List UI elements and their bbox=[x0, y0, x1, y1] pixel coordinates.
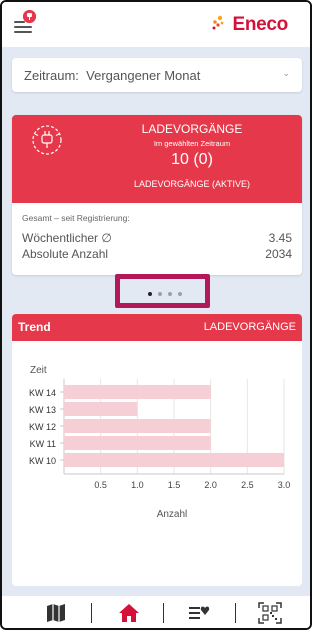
eneco-logo: Eneco bbox=[211, 14, 288, 36]
home-icon bbox=[119, 604, 139, 622]
notification-badge bbox=[23, 10, 36, 23]
qr-code-icon bbox=[258, 602, 282, 624]
nav-divider bbox=[163, 603, 164, 623]
category-label: KW 10 bbox=[29, 456, 56, 466]
stat-label: Absolute Anzahl bbox=[22, 247, 109, 261]
nav-home[interactable] bbox=[117, 602, 141, 624]
active-label: LADEVORGÄNGE (AKTIVE) bbox=[133, 179, 251, 189]
trend-metric: LADEVORGÄNGE bbox=[203, 321, 296, 333]
nav-divider bbox=[91, 603, 92, 623]
trend-card: Trend LADEVORGÄNGE Zeit Anzahl KW 14 KW 1… bbox=[12, 314, 302, 586]
category-label: KW 12 bbox=[29, 422, 56, 432]
total-heading: Gesamt – seit Registrierung: bbox=[22, 213, 130, 223]
card-title: LADEVORGÄNGE bbox=[141, 122, 243, 136]
bar bbox=[64, 419, 211, 433]
pager-highlight-frame bbox=[115, 274, 210, 308]
card-subtitle: Im gewählten Zeitraum bbox=[153, 139, 231, 148]
stat-value: 3.45 bbox=[268, 231, 292, 245]
period-select-label: Zeitraum: Vergangener Monat bbox=[24, 68, 201, 83]
phone-frame: Eneco Zeitraum: Vergangener Monat ⌄ LADE… bbox=[0, 0, 312, 630]
pager-dot[interactable] bbox=[158, 292, 162, 296]
bar bbox=[64, 385, 211, 399]
bar bbox=[64, 436, 211, 450]
stat-label: Wöchentlicher ∅ bbox=[22, 231, 112, 245]
eneco-logo-mark-icon bbox=[211, 15, 229, 35]
nav-charging-list[interactable] bbox=[188, 602, 212, 624]
pager-dot[interactable] bbox=[178, 292, 182, 296]
chevron-down-icon: ⌄ bbox=[282, 68, 290, 78]
x-tick-label: 3.0 bbox=[278, 480, 291, 490]
plug-icon bbox=[32, 125, 62, 155]
category-label: KW 13 bbox=[29, 405, 56, 415]
charging-count: 10 (0) bbox=[171, 151, 213, 168]
plug-badge-icon bbox=[23, 10, 36, 23]
bar bbox=[64, 402, 138, 416]
trend-chart: Zeit Anzahl KW 14 KW 13 KW 12 KW 11 KW 10 0.5… bbox=[29, 365, 291, 520]
period-select[interactable]: Zeitraum: Vergangener Monat ⌄ bbox=[12, 58, 302, 92]
stat-value: 2034 bbox=[265, 247, 292, 261]
map-icon bbox=[47, 604, 65, 622]
menu-icon-line bbox=[14, 26, 32, 28]
nav-divider bbox=[235, 603, 236, 623]
trend-header: Trend LADEVORGÄNGE bbox=[12, 314, 302, 341]
x-tick-label: 1.0 bbox=[131, 480, 144, 490]
nav-qr-scan[interactable] bbox=[258, 602, 282, 624]
bottom-nav bbox=[2, 596, 310, 628]
x-tick-label: 0.5 bbox=[94, 480, 107, 490]
trend-title: Trend bbox=[18, 320, 51, 334]
category-label: KW 14 bbox=[29, 388, 56, 398]
x-tick-label: 2.0 bbox=[204, 480, 217, 490]
pager-dot[interactable] bbox=[168, 292, 172, 296]
nav-map[interactable] bbox=[44, 602, 68, 624]
category-label: KW 11 bbox=[30, 439, 56, 449]
y-axis-label: Zeit bbox=[30, 365, 47, 376]
x-tick-label: 1.5 bbox=[168, 480, 181, 490]
x-axis-label: Anzahl bbox=[157, 509, 188, 520]
charging-summary-card[interactable]: LADEVORGÄNGE Im gewählten Zeitraum 10 (0… bbox=[12, 115, 302, 275]
pager-dot-active[interactable] bbox=[148, 292, 152, 296]
top-bar: Eneco bbox=[2, 2, 310, 47]
charging-list-icon bbox=[189, 606, 210, 619]
x-tick-label: 2.5 bbox=[241, 480, 254, 490]
menu-button[interactable] bbox=[14, 10, 42, 36]
period-select-value: Vergangener Monat bbox=[86, 68, 201, 83]
menu-icon-line bbox=[14, 31, 32, 33]
card-header: LADEVORGÄNGE Im gewählten Zeitraum 10 (0… bbox=[12, 115, 302, 203]
bar bbox=[64, 453, 284, 467]
brand-name: Eneco bbox=[232, 14, 288, 35]
